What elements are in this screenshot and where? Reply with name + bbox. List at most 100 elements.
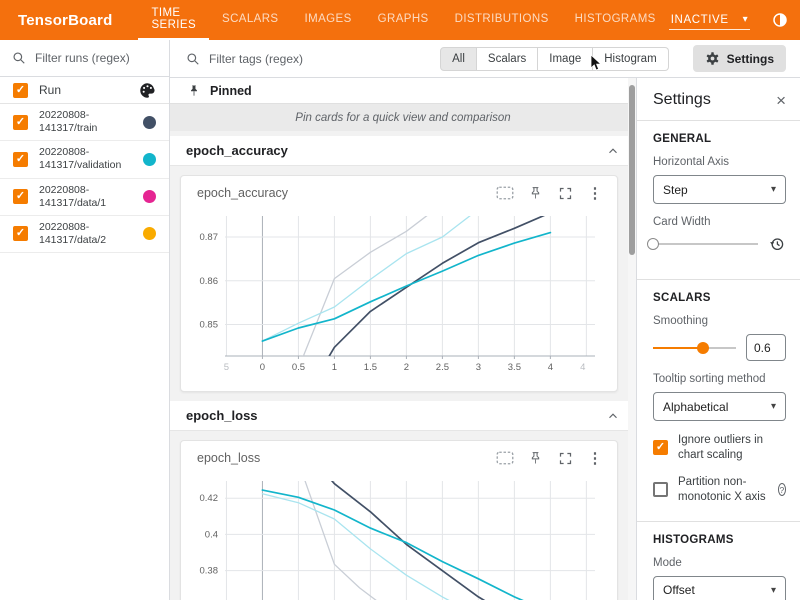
svg-text:0.86: 0.86: [200, 276, 219, 287]
run-row-train[interactable]: ✓ 20220808-141317/train: [0, 104, 169, 141]
tags-topbar: Filter tags (regex) All Scalars Image Hi…: [170, 40, 800, 78]
chip-all[interactable]: All: [440, 47, 477, 71]
pin-hint: Pin cards for a quick view and compariso…: [170, 104, 636, 131]
run-status-value: INACTIVE: [671, 14, 729, 26]
tab-graphs[interactable]: GRAPHS: [365, 0, 442, 40]
ignore-outliers-checkbox-row[interactable]: ✓ Ignore outliers in chart scaling: [653, 433, 786, 463]
section-epoch-accuracy[interactable]: epoch_accuracy: [170, 136, 636, 166]
header-right: INACTIVE ▾ ?: [669, 0, 800, 40]
epoch-loss-chart[interactable]: 0.420.40.380.36: [181, 475, 607, 600]
palette-icon[interactable]: [139, 82, 156, 99]
chevron-up-icon[interactable]: [606, 409, 620, 423]
scalar-card-epoch-accuracy: epoch_accuracy: [180, 175, 618, 392]
run-color-dot: [143, 116, 156, 129]
tab-histograms[interactable]: HISTOGRAMS: [562, 0, 669, 40]
card-width-slider[interactable]: [653, 237, 758, 251]
svg-text:2.5: 2.5: [436, 362, 449, 373]
app-logo: TensorBoard: [0, 0, 138, 40]
run-color-dot: [143, 227, 156, 240]
run-row-data-1[interactable]: ✓ 20220808-141317/data/1: [0, 179, 169, 216]
svg-text:2: 2: [404, 362, 409, 373]
partition-x-axis-checkbox-row[interactable]: ✓ Partition non-monotonic X axis ?: [653, 475, 786, 505]
partition-x-axis-checkbox[interactable]: ✓: [653, 482, 668, 497]
pinned-section-header: Pinned: [170, 78, 636, 104]
chip-scalars[interactable]: Scalars: [477, 47, 538, 71]
search-icon: [186, 52, 200, 66]
svg-text:0.5: 0.5: [292, 362, 305, 373]
dark-mode-icon[interactable]: [764, 4, 796, 36]
run-checkbox[interactable]: ✓: [13, 189, 28, 204]
run-row-validation[interactable]: ✓ 20220808-141317/validation: [0, 141, 169, 178]
svg-text:0.87: 0.87: [200, 232, 219, 243]
tab-scalars[interactable]: SCALARS: [209, 0, 292, 40]
settings-section-scalars: SCALARS Smoothing 0.6 Tooltip sorting me…: [637, 280, 800, 521]
pin-card-icon[interactable]: [523, 181, 547, 205]
filter-tags-placeholder[interactable]: Filter tags (regex): [209, 52, 303, 66]
tag-type-filter: All Scalars Image Histogram: [440, 47, 669, 71]
smoothing-value-input[interactable]: 0.6: [746, 334, 786, 361]
tab-distributions[interactable]: DISTRIBUTIONS: [442, 0, 562, 40]
ignore-outliers-checkbox[interactable]: ✓: [653, 440, 668, 455]
svg-text:0.4: 0.4: [205, 529, 218, 540]
chip-histogram[interactable]: Histogram: [593, 47, 668, 71]
run-status-select[interactable]: INACTIVE ▾: [669, 11, 750, 30]
fullscreen-icon[interactable]: [553, 181, 577, 205]
tab-time-series[interactable]: TIME SERIES: [138, 0, 209, 40]
more-options-icon[interactable]: ⋮: [583, 181, 607, 205]
pin-icon: [187, 84, 201, 98]
scrollbar-thumb[interactable]: [629, 85, 635, 255]
fullscreen-icon[interactable]: [553, 446, 577, 470]
svg-text:0.42: 0.42: [200, 493, 219, 504]
run-label: 20220808-141317/validation: [39, 146, 123, 172]
svg-text:1: 1: [332, 362, 337, 373]
chevron-up-icon[interactable]: [606, 144, 620, 158]
settings-button[interactable]: Settings: [693, 45, 786, 72]
pin-card-icon[interactable]: [523, 446, 547, 470]
more-options-icon[interactable]: ⋮: [583, 446, 607, 470]
settings-button-label: Settings: [727, 52, 774, 66]
svg-text:3.5: 3.5: [508, 362, 521, 373]
gear-icon: [705, 51, 720, 66]
run-row-data-2[interactable]: ✓ 20220808-141317/data/2: [0, 216, 169, 253]
fit-to-data-icon[interactable]: [493, 181, 517, 205]
chip-image[interactable]: Image: [538, 47, 593, 71]
chevron-down-icon: ▾: [743, 14, 749, 25]
run-label: 20220808-141317/data/2: [39, 221, 123, 247]
run-checkbox[interactable]: ✓: [13, 115, 28, 130]
epoch-accuracy-chart[interactable]: 0.850.860.8700.511.522.533.5454: [181, 210, 607, 380]
tooltip-sorting-label: Tooltip sorting method: [653, 373, 786, 385]
run-label: 20220808-141317/train: [39, 109, 123, 135]
card-title: epoch_loss: [197, 451, 260, 465]
svg-text:3: 3: [476, 362, 481, 373]
run-color-dot: [143, 190, 156, 203]
chevron-down-icon: ▾: [771, 184, 776, 195]
svg-text:1.5: 1.5: [364, 362, 377, 373]
tab-images[interactable]: IMAGES: [292, 0, 365, 40]
smoothing-slider[interactable]: [653, 341, 736, 355]
runs-sidebar: Filter runs (regex) ✓ Run ✓ 20220808-141…: [0, 40, 170, 600]
cards-scroll-area[interactable]: Pinned Pin cards for a quick view and co…: [170, 78, 636, 600]
horizontal-axis-select[interactable]: Step ▾: [653, 175, 786, 204]
histogram-mode-select[interactable]: Offset ▾: [653, 576, 786, 600]
filter-runs-placeholder: Filter runs (regex): [35, 51, 130, 65]
refresh-icon[interactable]: [796, 4, 800, 36]
pinned-title: Pinned: [210, 84, 252, 98]
filter-runs-input[interactable]: Filter runs (regex): [0, 40, 169, 77]
settings-panel-title: Settings: [653, 91, 776, 109]
reset-icon[interactable]: [768, 235, 786, 253]
settings-panel: Settings × GENERAL Horizontal Axis Step …: [636, 78, 800, 600]
nav-tabs: TIME SERIES SCALARS IMAGES GRAPHS DISTRI…: [138, 0, 668, 40]
run-checkbox[interactable]: ✓: [13, 152, 28, 167]
close-icon[interactable]: ×: [776, 92, 786, 109]
svg-text:0: 0: [260, 362, 265, 373]
scrollbar-track[interactable]: [628, 78, 636, 600]
section-epoch-loss[interactable]: epoch_loss: [170, 401, 636, 431]
select-all-runs-checkbox[interactable]: ✓: [13, 83, 28, 98]
tooltip-sorting-select[interactable]: Alphabetical ▾: [653, 392, 786, 421]
fit-to-data-icon[interactable]: [493, 446, 517, 470]
run-checkbox[interactable]: ✓: [13, 226, 28, 241]
help-icon[interactable]: ?: [778, 483, 786, 496]
card-title: epoch_accuracy: [197, 186, 288, 200]
histogram-mode-label: Mode: [653, 557, 786, 569]
search-icon: [12, 51, 26, 65]
